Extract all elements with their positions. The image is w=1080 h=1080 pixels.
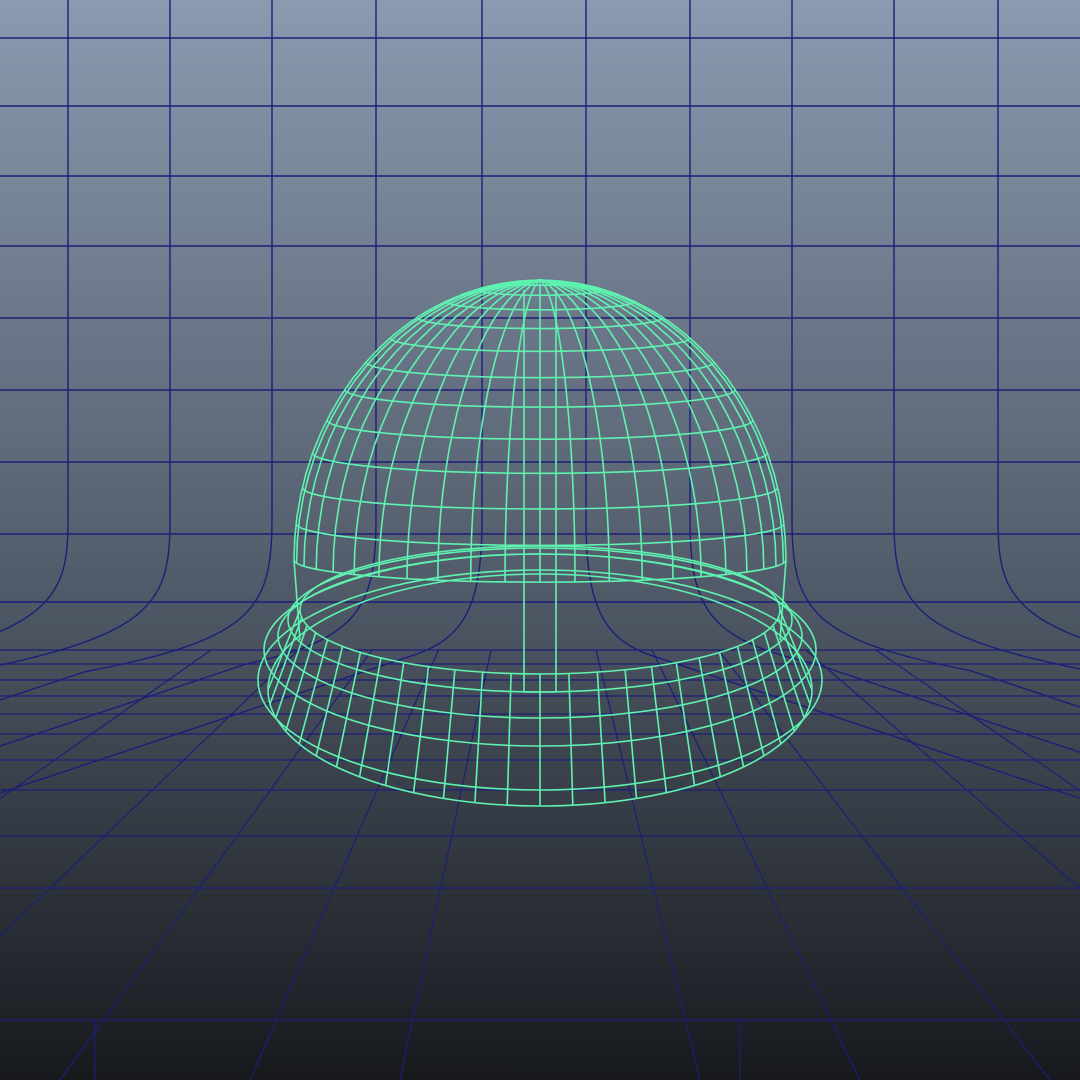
viewport-scene[interactable] [0,0,1080,1080]
3d-viewport[interactable] [0,0,1080,1080]
